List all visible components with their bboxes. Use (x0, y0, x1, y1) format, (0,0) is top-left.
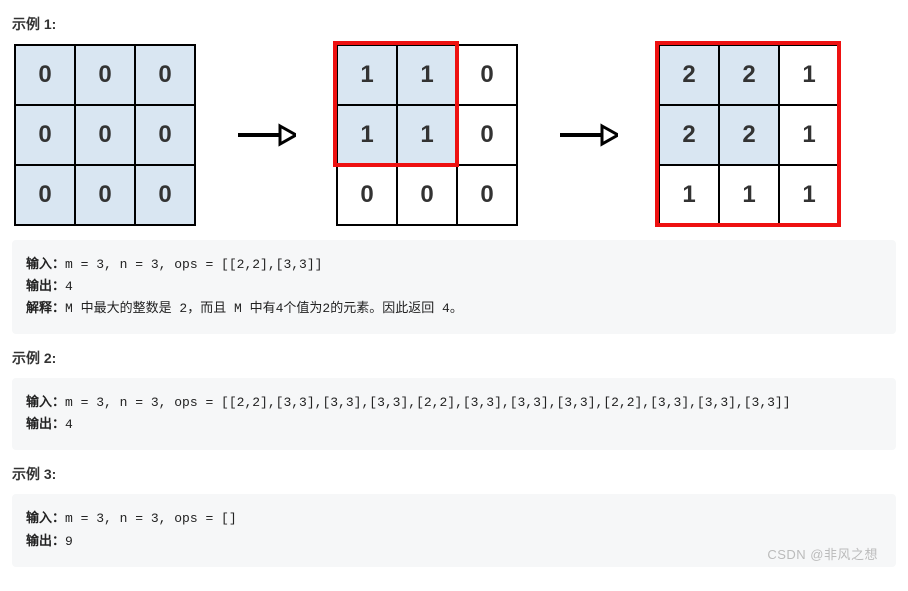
cell: 0 (457, 165, 517, 225)
output-label: 输出： (26, 417, 65, 432)
arrow-icon (236, 123, 296, 147)
example-3-code: 输入：m = 3, n = 3, ops = [] 输出：9 (12, 494, 896, 566)
output-text: 4 (65, 417, 73, 432)
grid-2: 1 1 0 1 1 0 0 0 0 (336, 44, 518, 226)
cell: 1 (779, 105, 839, 165)
cell: 0 (75, 105, 135, 165)
grid-3: 2 2 1 2 2 1 1 1 1 (658, 44, 840, 226)
cell: 1 (779, 45, 839, 105)
explain-label: 解释： (26, 301, 65, 316)
cell: 1 (397, 105, 457, 165)
arrow-icon (558, 123, 618, 147)
example-2-title: 示例 2: (12, 348, 896, 368)
cell: 1 (659, 165, 719, 225)
cell: 0 (135, 165, 195, 225)
output-label: 输出： (26, 534, 65, 549)
cell: 0 (15, 165, 75, 225)
explain-text: M 中最大的整数是 2，而且 M 中有4个值为2的元素。因此返回 4。 (65, 301, 463, 316)
cell: 0 (337, 165, 397, 225)
cell: 0 (135, 45, 195, 105)
example-2-code: 输入：m = 3, n = 3, ops = [[2,2],[3,3],[3,3… (12, 378, 896, 450)
output-text: 9 (65, 534, 73, 549)
example-1-title: 示例 1: (12, 14, 896, 34)
cell: 0 (457, 105, 517, 165)
cell: 2 (719, 105, 779, 165)
input-text: m = 3, n = 3, ops = [[2,2],[3,3]] (65, 257, 322, 272)
cell: 1 (719, 165, 779, 225)
cell: 0 (457, 45, 517, 105)
example-1-code: 输入：m = 3, n = 3, ops = [[2,2],[3,3]] 输出：… (12, 240, 896, 334)
input-text: m = 3, n = 3, ops = [[2,2],[3,3],[3,3],[… (65, 395, 791, 410)
cell: 2 (659, 45, 719, 105)
output-text: 4 (65, 279, 73, 294)
cell: 0 (397, 165, 457, 225)
cell: 1 (779, 165, 839, 225)
cell: 0 (135, 105, 195, 165)
cell: 0 (75, 165, 135, 225)
cell: 0 (15, 45, 75, 105)
input-text: m = 3, n = 3, ops = [] (65, 511, 237, 526)
example-1-diagram: 0 0 0 0 0 0 0 0 0 1 1 (14, 44, 896, 226)
grid-1: 0 0 0 0 0 0 0 0 0 (14, 44, 196, 226)
example-3-title: 示例 3: (12, 464, 896, 484)
cell: 1 (337, 105, 397, 165)
cell: 1 (397, 45, 457, 105)
output-label: 输出： (26, 279, 65, 294)
cell: 0 (75, 45, 135, 105)
input-label: 输入： (26, 395, 65, 410)
cell: 2 (719, 45, 779, 105)
input-label: 输入： (26, 257, 65, 272)
cell: 0 (15, 105, 75, 165)
cell: 2 (659, 105, 719, 165)
input-label: 输入： (26, 511, 65, 526)
cell: 1 (337, 45, 397, 105)
watermark-text: CSDN @非风之想 (767, 544, 878, 563)
